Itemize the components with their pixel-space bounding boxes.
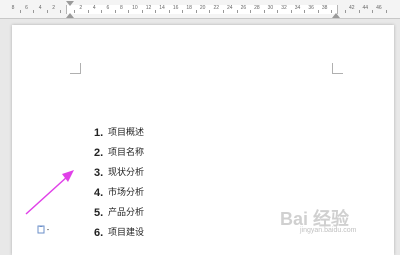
list-number: 1.: [94, 127, 104, 139]
ruler-number: 26: [240, 5, 247, 11]
ruler-number: 46: [376, 5, 382, 11]
ruler-tick: [250, 10, 252, 13]
list-item-text: 市场分析: [108, 188, 145, 198]
ruler-tick: [223, 10, 225, 13]
ruler-tick: [46, 10, 48, 13]
ruler-number: 42: [348, 5, 355, 11]
ruler-tick: [344, 10, 346, 13]
list-number: 2.: [94, 147, 104, 159]
ruler-tick: [290, 10, 292, 13]
ruler-tick: [19, 10, 21, 13]
ruler-tick: [73, 10, 75, 13]
horizontal-ruler[interactable]: 8 6 4 2 2 4 6 8 10 12 14 16 18 20 22 24 26 28 30 32 34 36 38 42…: [0, 0, 400, 19]
ruler-tick: [101, 10, 103, 13]
ruler-number: 34: [294, 5, 301, 11]
ruler-number: 8: [11, 5, 15, 11]
watermark-url: jingyan.baidu.com: [300, 227, 357, 234]
ruler-tick: [372, 10, 374, 13]
ruler-number: 32: [281, 5, 287, 11]
ruler-number: 4: [38, 5, 42, 11]
ruler-tick: [182, 10, 184, 13]
ruler-tick: [128, 10, 130, 13]
ruler-number: 2: [79, 5, 83, 11]
list-item-text: 产品分析: [108, 208, 145, 218]
ruler-tick: [209, 10, 211, 13]
ruler-number: 18: [186, 5, 192, 11]
ruler-tick: [317, 10, 319, 13]
ruler-tick: [155, 10, 157, 13]
ruler-tick: [168, 10, 170, 13]
list-number: 5.: [94, 207, 104, 219]
ruler-number: 22: [213, 5, 220, 11]
list-number: 3.: [94, 167, 104, 179]
watermark: Bai 经验 jingyan.baidu.com: [280, 205, 392, 241]
ruler-tick: [358, 10, 360, 13]
ruler-tick: [236, 10, 238, 13]
ruler-number: 36: [308, 5, 314, 11]
ruler-number: 24: [227, 5, 233, 11]
ruler-number: 28: [254, 5, 260, 11]
ruler-number: 10: [132, 5, 138, 11]
ruler-number: 20: [199, 5, 206, 11]
ruler-tick: [195, 10, 197, 13]
ruler-tick: [114, 10, 116, 13]
list-item-text: 项目名称: [108, 148, 145, 158]
first-line-indent-marker[interactable]: [66, 1, 74, 6]
ruler-number: 6: [25, 5, 28, 11]
right-indent-marker[interactable]: [332, 13, 340, 18]
ruler-number: 8: [120, 5, 123, 11]
paste-options-icon[interactable]: [37, 219, 51, 234]
ruler-number: 6: [106, 5, 110, 11]
ruler-number: 14: [159, 5, 165, 11]
list-number: 4.: [94, 187, 104, 199]
ruler-tick: [385, 10, 387, 13]
list-item-text: 项目概述: [108, 128, 145, 138]
ruler-number: 16: [172, 5, 179, 11]
list-number: 6.: [94, 227, 104, 239]
hanging-indent-marker[interactable]: [66, 13, 74, 18]
ruler-tick: [33, 10, 35, 13]
ruler-number: 2: [52, 5, 56, 11]
ruler-number: 44: [362, 5, 369, 11]
ruler-number: 30: [267, 5, 274, 11]
ruler-number: 12: [145, 5, 152, 11]
ruler-tick: [304, 10, 306, 13]
ruler-tick: [263, 10, 265, 13]
ruler-tick: [277, 10, 279, 13]
list-item-text: 现状分析: [108, 168, 145, 178]
margin-corner-top-right: [332, 63, 343, 74]
list-item-text: 项目建设: [108, 228, 145, 238]
ruler-tick: [141, 10, 143, 13]
ruler-tick: [60, 10, 62, 13]
ruler-number: 38: [321, 5, 328, 11]
margin-corner-top-left: [70, 63, 81, 74]
ruler-tick: [87, 10, 89, 13]
ruler-number: 4: [92, 5, 96, 11]
